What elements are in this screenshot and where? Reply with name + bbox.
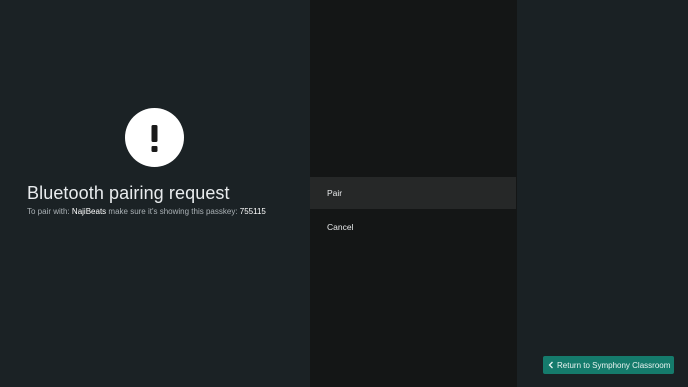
right-panel — [517, 0, 688, 387]
device-name: NajiBeats — [71, 207, 107, 216]
dialog-info-panel: Bluetooth pairing request To pair with: … — [0, 0, 310, 387]
passkey: 755115 — [239, 207, 266, 216]
return-to-app-button[interactable]: Return to Symphony Classroom — [543, 356, 674, 374]
message-middle: make sure it's showing this passkey: — [108, 207, 238, 216]
exclamation-icon — [125, 108, 184, 167]
message-prefix: To pair with: — [27, 207, 70, 216]
return-label: Return to Symphony Classroom — [557, 360, 671, 370]
dialog-title: Bluetooth pairing request — [27, 183, 230, 203]
dialog-message: To pair with: NajiBeats make sure it's s… — [27, 207, 266, 216]
action-menu: Pair Cancel — [310, 0, 517, 387]
pair-button[interactable]: Pair — [310, 177, 516, 209]
cancel-button[interactable]: Cancel — [310, 211, 516, 243]
chevron-left-icon — [547, 360, 555, 370]
tv-screen: Bluetooth pairing request To pair with: … — [0, 0, 688, 387]
